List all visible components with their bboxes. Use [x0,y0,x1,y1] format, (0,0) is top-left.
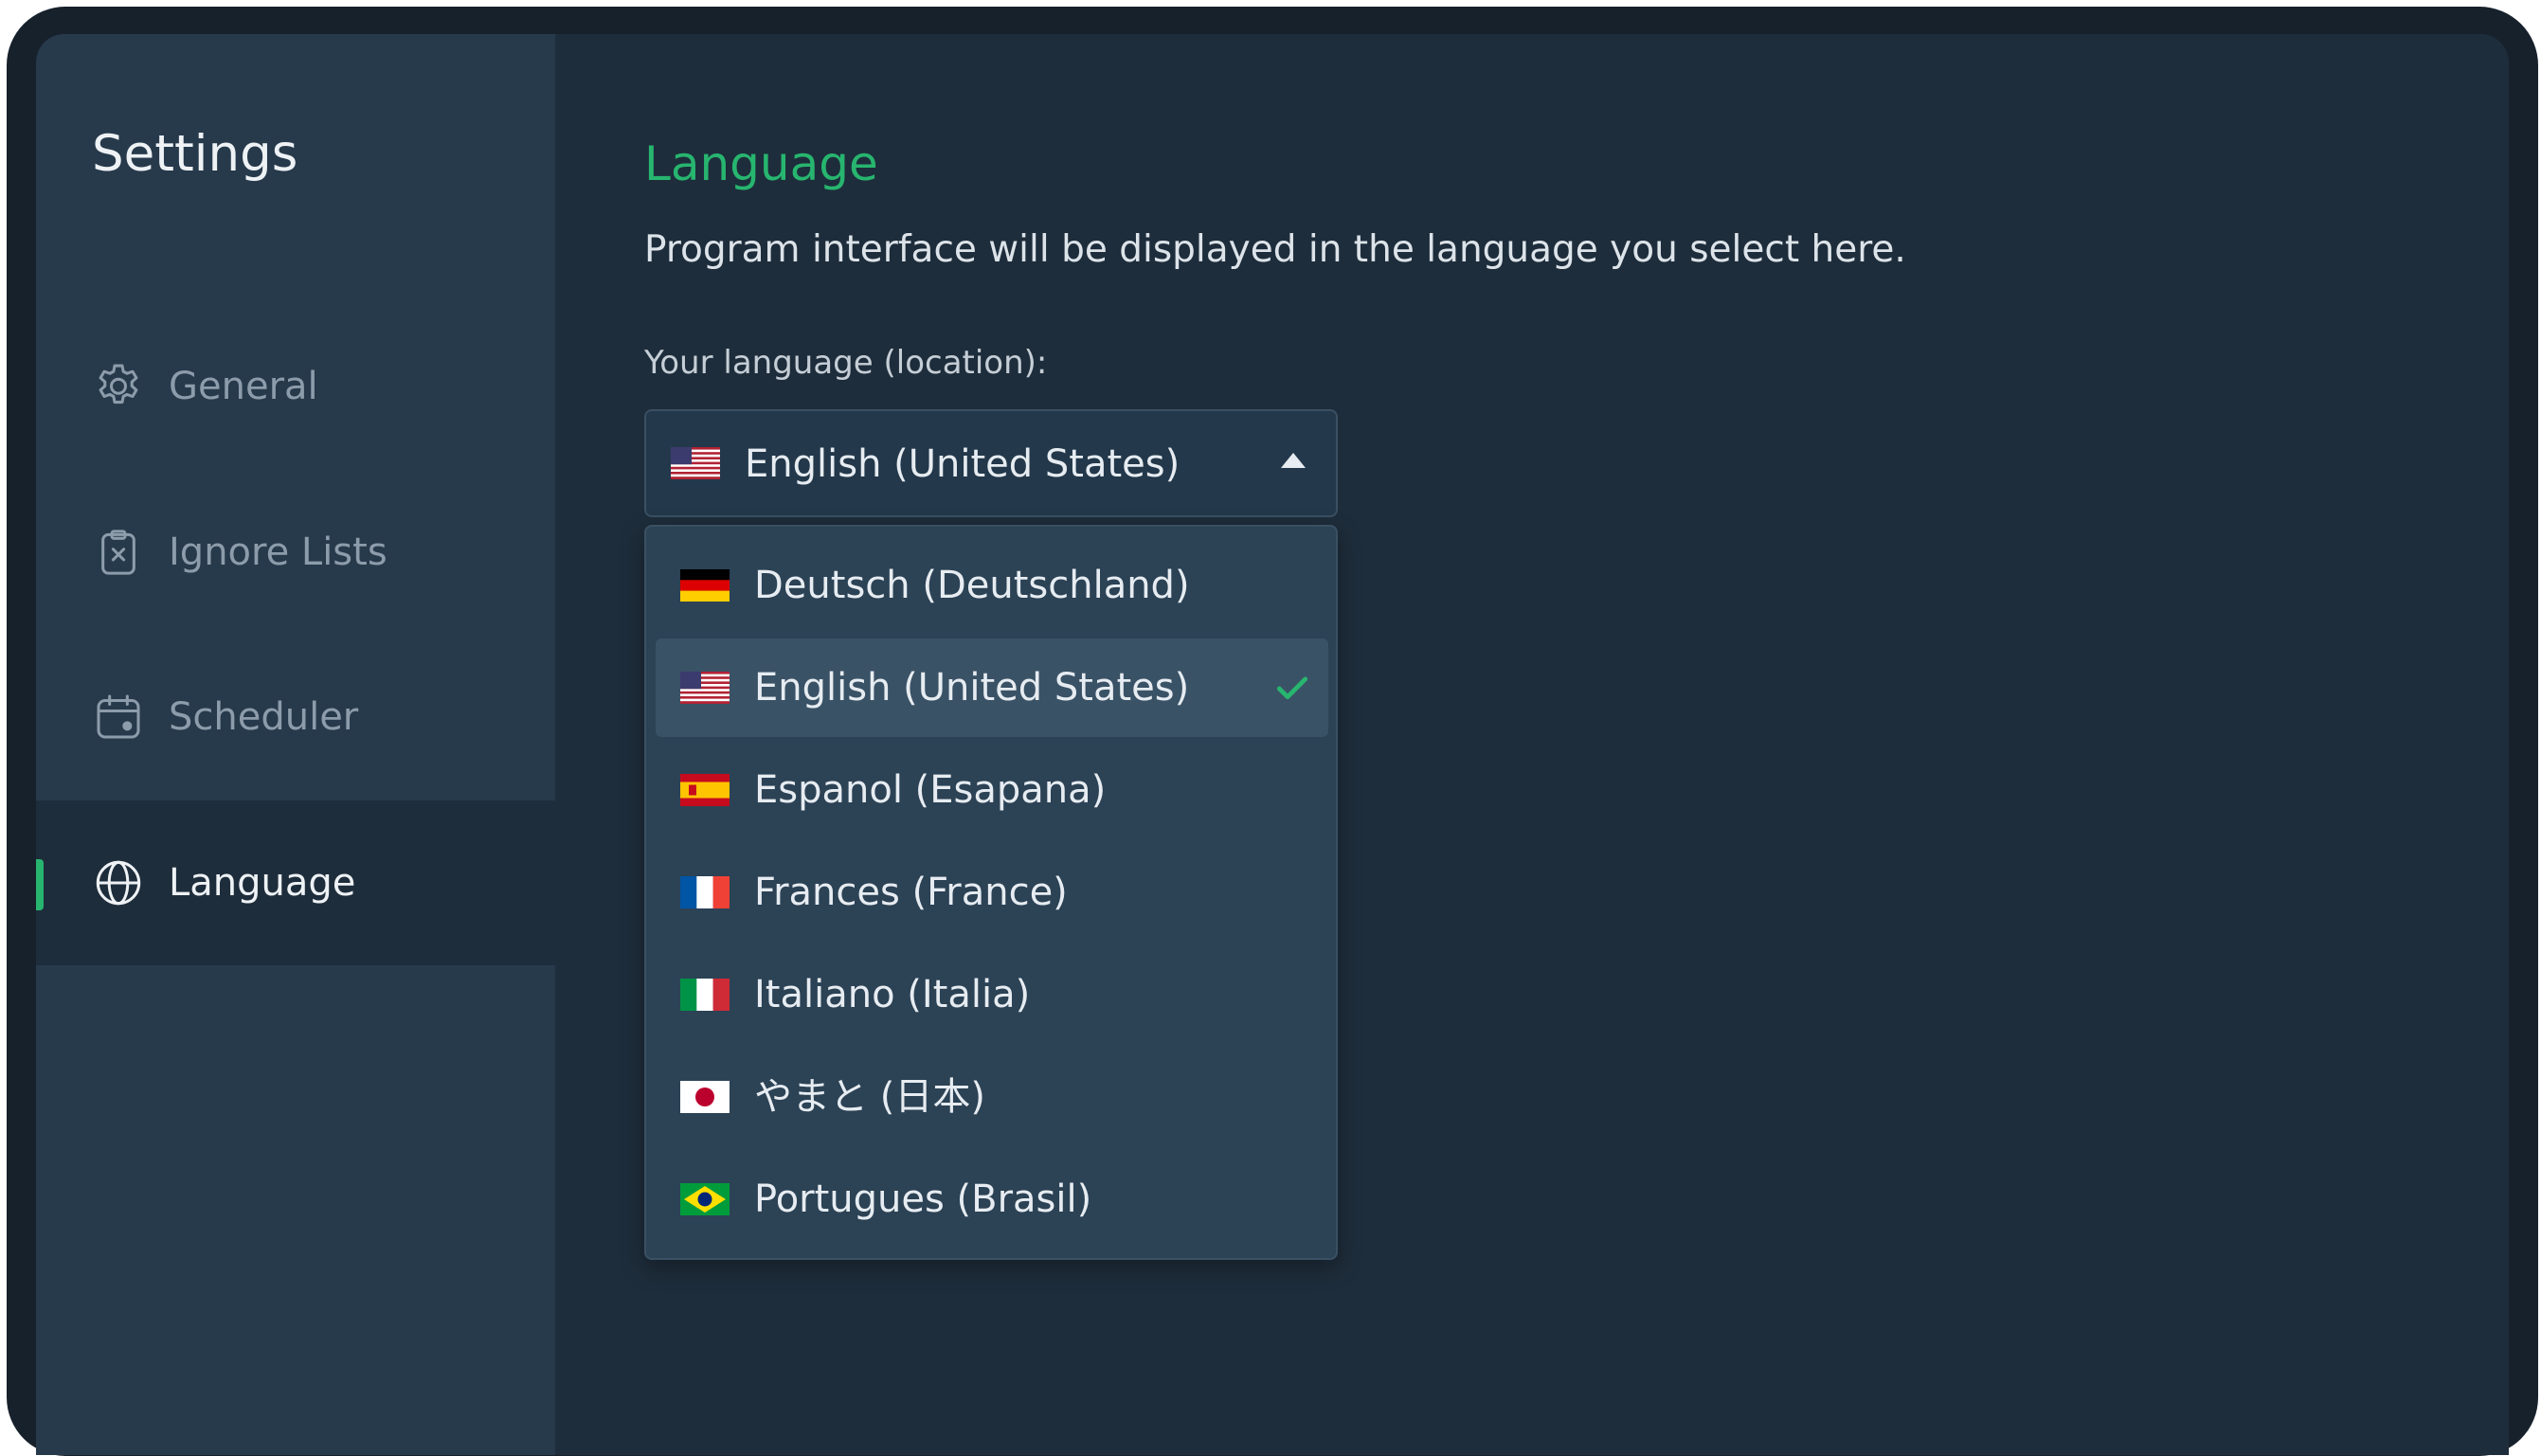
language-option-italiano[interactable]: Italiano (Italia) [656,945,1328,1044]
sidebar-item-ignore-lists[interactable]: Ignore Lists [36,470,555,635]
option-label: Deutsch (Deutschland) [754,564,1190,607]
option-label: English (United States) [754,666,1190,710]
checkmark-icon [1276,676,1308,700]
language-field-label: Your language (location): [644,344,1048,382]
sidebar-item-label: Language [169,861,356,905]
sidebar-item-language[interactable]: Language [36,800,555,965]
sidebar-item-label: General [169,365,318,408]
language-option-espanol[interactable]: Espanol (Esapana) [656,741,1328,839]
calendar-icon [92,691,145,744]
page-title: Language [644,136,878,191]
select-value: English (United States) [745,442,1180,486]
main-content: Language Program interface will be displ… [555,34,2509,1455]
spain-flag-icon [680,774,730,806]
language-dropdown: Deutsch (Deutschland) English (United St… [644,525,1338,1260]
language-option-english[interactable]: English (United States) [656,638,1328,737]
option-label: やまと (日本) [754,1075,985,1119]
active-indicator [36,859,44,910]
gear-icon [92,360,145,413]
option-label: Italiano (Italia) [754,973,1031,1016]
sidebar-title: Settings [92,125,298,183]
option-label: Portugues (Brasil) [754,1177,1092,1221]
language-option-portugues[interactable]: Portugues (Brasil) [656,1150,1328,1249]
italy-flag-icon [680,979,730,1011]
language-option-deutsch[interactable]: Deutsch (Deutschland) [656,536,1328,635]
us-flag-icon [671,447,720,479]
sidebar-item-label: Ignore Lists [169,530,387,574]
language-option-japanese[interactable]: やまと (日本) [656,1048,1328,1146]
globe-icon [92,856,145,909]
option-label: Frances (France) [754,871,1068,914]
option-label: Espanol (Esapana) [754,768,1107,812]
sidebar-item-general[interactable]: General [36,304,555,469]
settings-window: Settings General Ignore Lists Scheduler … [36,34,2509,1455]
japan-flag-icon [680,1081,730,1113]
germany-flag-icon [680,569,730,602]
brazil-flag-icon [680,1183,730,1215]
page-description: Program interface will be displayed in t… [644,228,1906,271]
sidebar: Settings General Ignore Lists Scheduler … [36,34,555,1455]
language-option-frances[interactable]: Frances (France) [656,843,1328,942]
sidebar-item-label: Scheduler [169,695,359,739]
caret-up-icon [1281,453,1306,468]
clipboard-x-icon [92,526,145,579]
language-select[interactable]: English (United States) [644,409,1338,517]
france-flag-icon [680,876,730,908]
sidebar-item-scheduler[interactable]: Scheduler [36,635,555,800]
us-flag-icon [680,672,730,704]
